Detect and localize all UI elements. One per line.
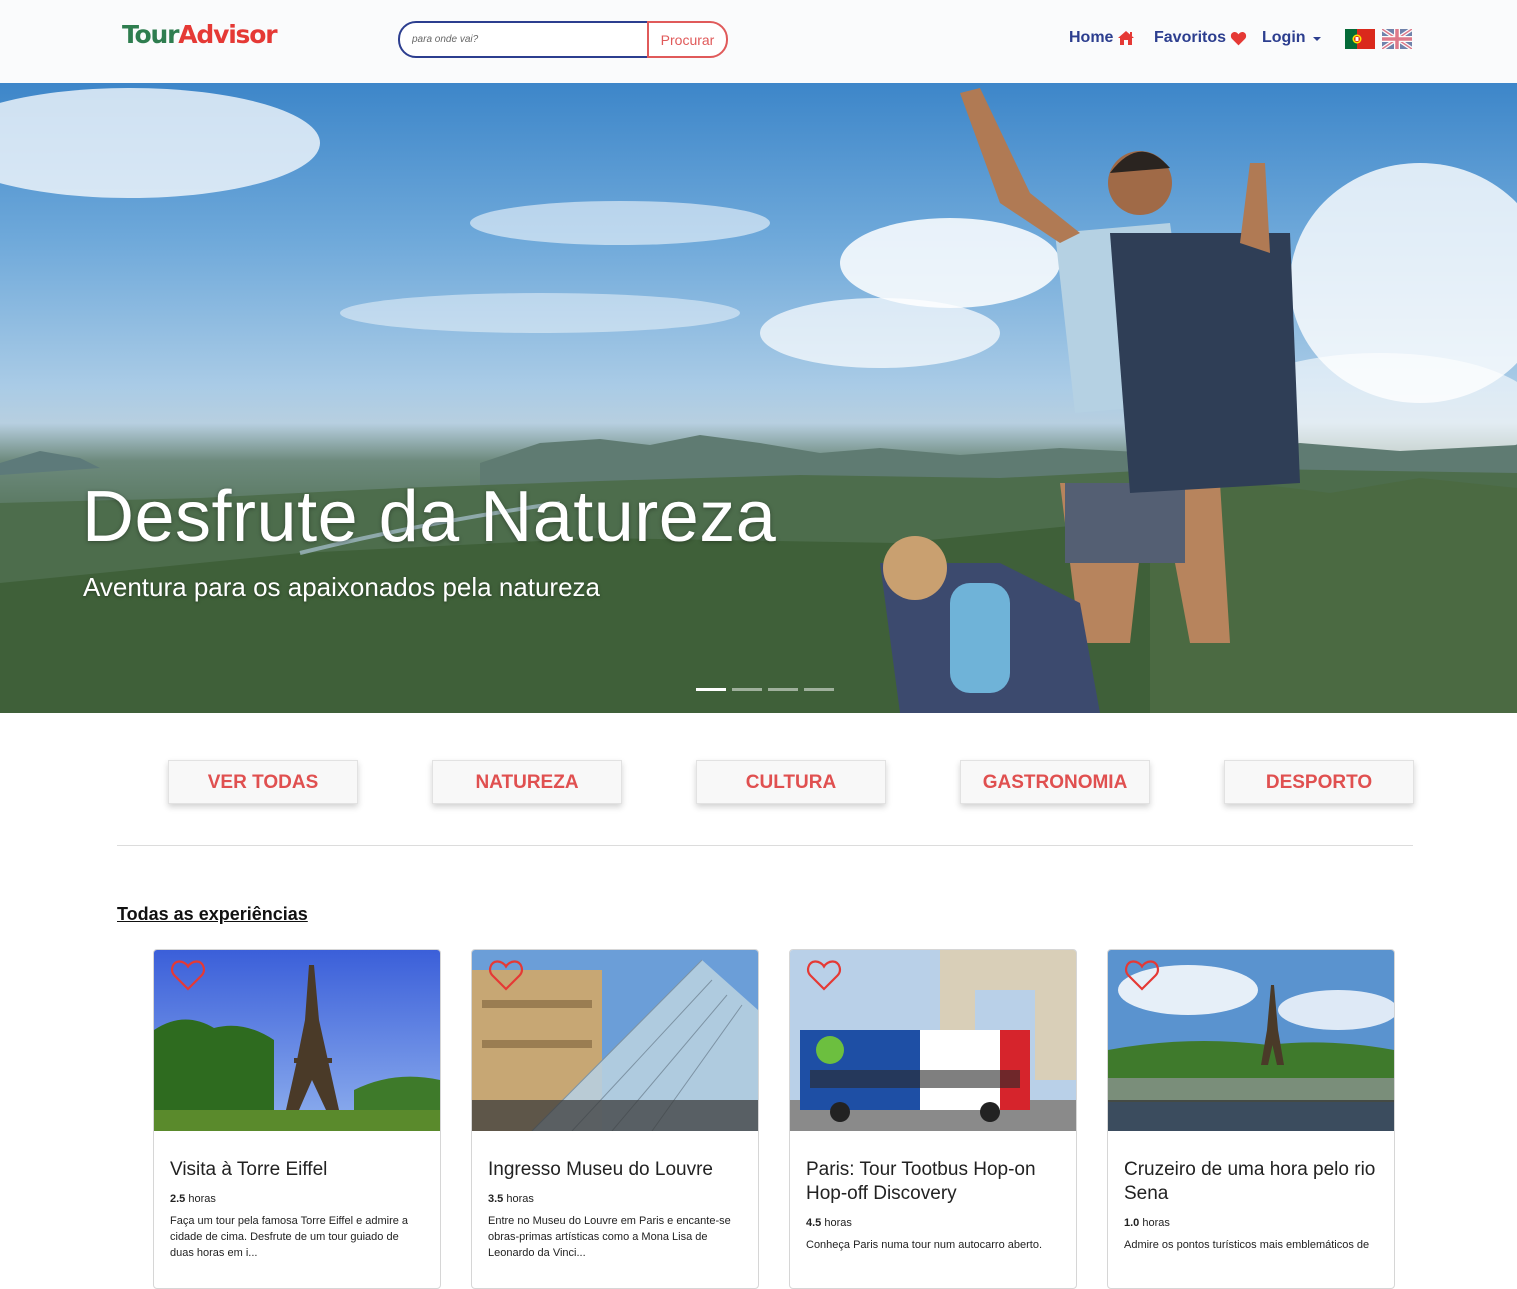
- nav-home-label: Home: [1069, 29, 1114, 46]
- nav-home[interactable]: Home: [1069, 29, 1135, 47]
- card-title[interactable]: Visita à Torre Eiffel: [170, 1158, 432, 1182]
- card-duration-value: 4.5: [806, 1217, 822, 1229]
- logo[interactable]: TourAdvisor: [122, 20, 278, 49]
- card-duration: 1.0 horas: [1124, 1217, 1170, 1229]
- nav-login-dropdown[interactable]: Login: [1262, 29, 1324, 47]
- card-duration-unit: horas: [824, 1217, 852, 1229]
- favorite-heart-icon[interactable]: [488, 958, 524, 992]
- card-title[interactable]: Ingresso Museu do Louvre: [488, 1158, 750, 1182]
- category-all-button[interactable]: VER TODAS: [168, 760, 358, 804]
- nav-favorites[interactable]: Favoritos: [1154, 29, 1247, 47]
- nav-login-label: Login: [1262, 29, 1306, 46]
- favorite-heart-icon[interactable]: [806, 958, 842, 992]
- card-duration: 4.5 horas: [806, 1217, 852, 1229]
- carousel-indicator-4[interactable]: [804, 688, 834, 691]
- category-gastronomy-button[interactable]: GASTRONOMIA: [960, 760, 1150, 804]
- experience-card[interactable]: Cruzeiro de uma hora pelo rio Sena 1.0 h…: [1107, 949, 1395, 1289]
- english-flag-icon[interactable]: [1382, 29, 1412, 49]
- logo-part-tour: Tour: [122, 20, 179, 49]
- card-duration-unit: horas: [506, 1193, 534, 1205]
- card-title[interactable]: Cruzeiro de uma hora pelo rio Sena: [1124, 1158, 1386, 1206]
- card-description: Admire os pontos turísticos mais emblemá…: [1124, 1239, 1370, 1251]
- card-duration-value: 1.0: [1124, 1217, 1140, 1229]
- carousel-indicator-3[interactable]: [768, 688, 798, 691]
- experience-card[interactable]: Visita à Torre Eiffel 2.5 horas Faça um …: [153, 949, 441, 1289]
- hero-title: Desfrute da Natureza: [82, 477, 777, 557]
- search-input[interactable]: [398, 21, 650, 58]
- navbar: TourAdvisor Procurar Home Favoritos Logi…: [0, 0, 1517, 83]
- hero-subtitle: Aventura para os apaixonados pela nature…: [83, 572, 601, 602]
- category-culture-button[interactable]: CULTURA: [696, 760, 886, 804]
- card-description: Conheça Paris numa tour num autocarro ab…: [806, 1239, 1043, 1251]
- experience-card[interactable]: Paris: Tour Tootbus Hop-on Hop-off Disco…: [789, 949, 1077, 1289]
- portuguese-flag-icon[interactable]: [1345, 29, 1375, 49]
- home-icon: [1118, 31, 1135, 45]
- carousel-indicator-1[interactable]: [696, 688, 726, 691]
- hero-carousel[interactable]: Desfrute da Natureza Aventura para os ap…: [0, 83, 1517, 713]
- card-duration-unit: horas: [188, 1193, 216, 1205]
- experience-card[interactable]: Ingresso Museu do Louvre 3.5 horas Entre…: [471, 949, 759, 1289]
- card-duration: 3.5 horas: [488, 1193, 534, 1205]
- card-title[interactable]: Paris: Tour Tootbus Hop-on Hop-off Disco…: [806, 1158, 1068, 1206]
- section-title: Todas as experiências: [117, 904, 308, 924]
- category-sport-button[interactable]: DESPORTO: [1224, 760, 1414, 804]
- caret-down-icon: [1312, 37, 1321, 41]
- carousel-indicator-2[interactable]: [732, 688, 762, 691]
- search-form: Procurar: [398, 21, 729, 58]
- nav-favorites-label: Favoritos: [1154, 29, 1227, 46]
- search-button[interactable]: Procurar: [647, 21, 728, 58]
- favorite-heart-icon[interactable]: [170, 958, 206, 992]
- card-duration-unit: horas: [1142, 1217, 1170, 1229]
- hero-background-image: [0, 88, 1517, 713]
- card-duration: 2.5 horas: [170, 1193, 216, 1205]
- card-duration-value: 3.5: [488, 1193, 504, 1205]
- section-divider: [117, 845, 1413, 846]
- carousel-indicators: [696, 688, 834, 691]
- heart-icon: [1230, 31, 1247, 45]
- card-duration-value: 2.5: [170, 1193, 186, 1205]
- logo-part-advisor: Advisor: [178, 20, 277, 49]
- favorite-heart-icon[interactable]: [1124, 958, 1160, 992]
- category-nature-button[interactable]: NATUREZA: [432, 760, 622, 804]
